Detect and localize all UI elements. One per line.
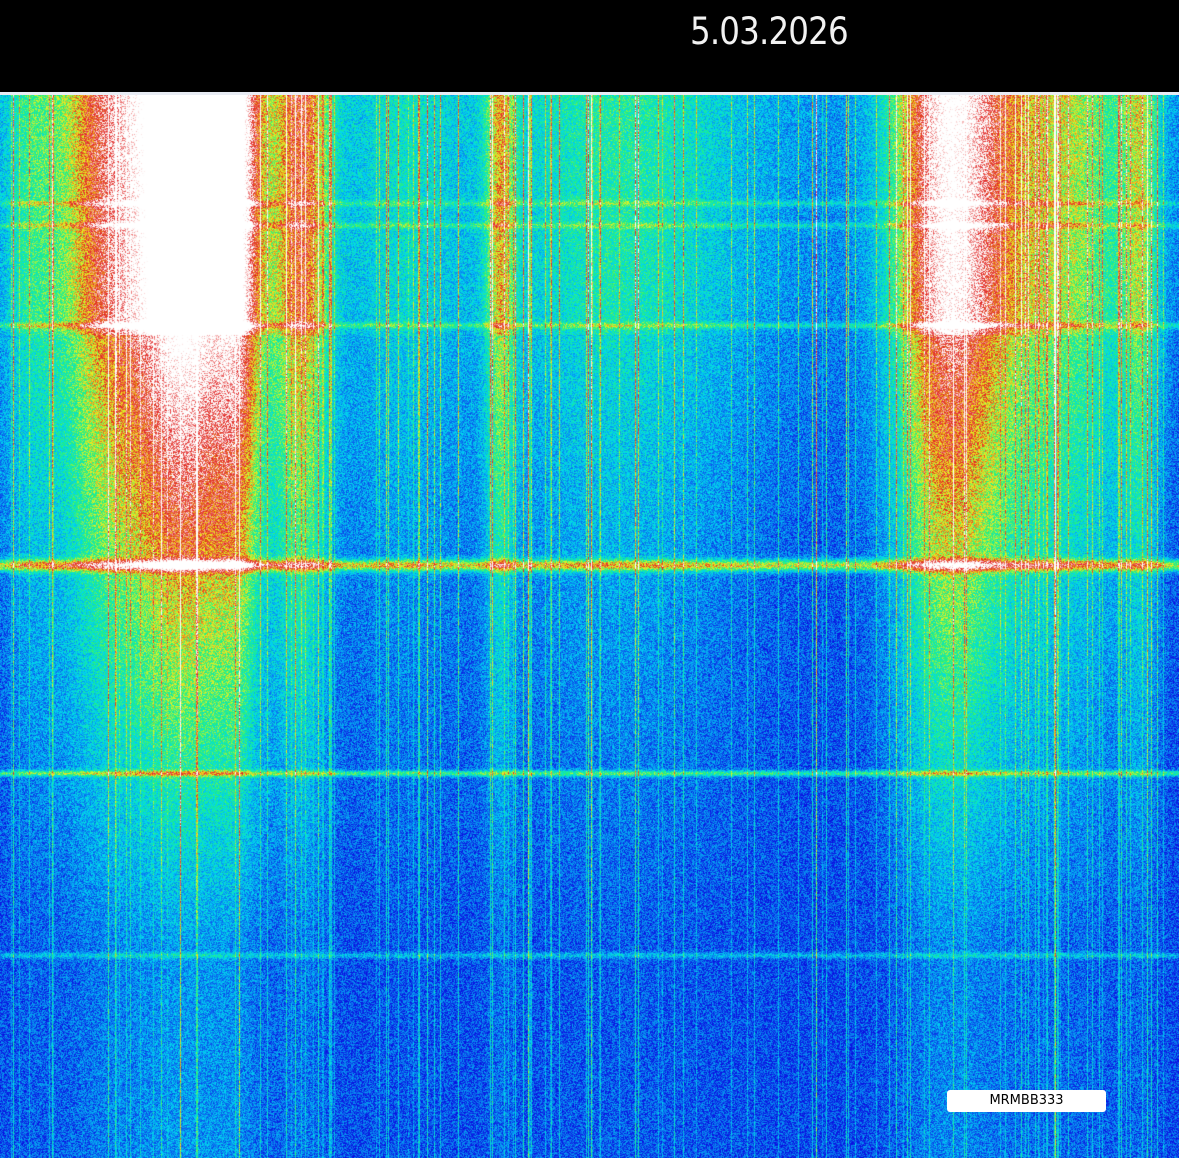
spectrogram-canvas <box>0 95 1179 1158</box>
date-label: 5.03.2026 <box>690 10 849 53</box>
spectrogram-heatmap <box>0 95 1179 1158</box>
watermark-tag: MRMBB333 <box>947 1090 1106 1112</box>
header-bar: 5.03.2026 <box>0 0 1179 92</box>
